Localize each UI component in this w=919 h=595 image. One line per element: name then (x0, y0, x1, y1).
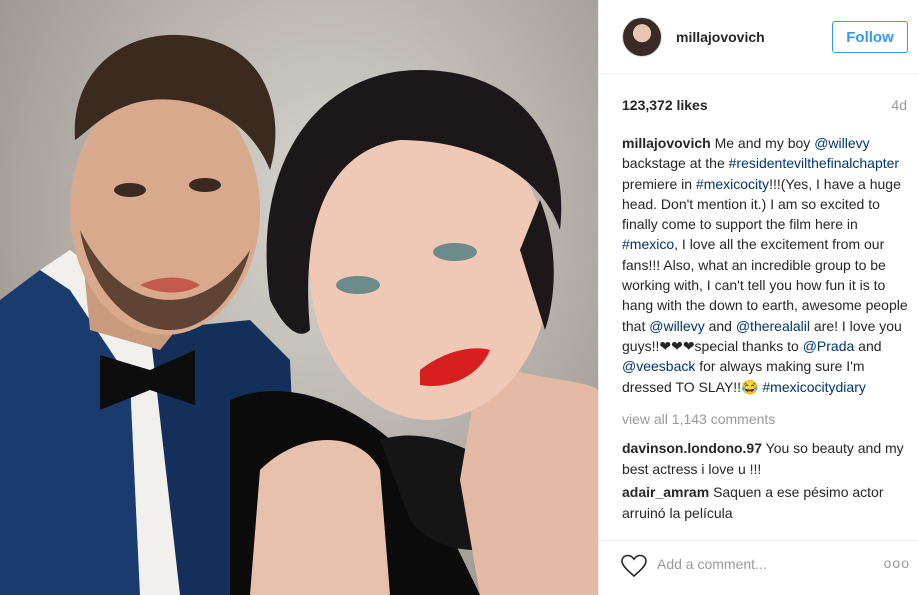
caption-segment: Me and my boy (714, 135, 815, 151)
woman-left-eye (336, 276, 380, 294)
man-face-shape (70, 85, 260, 335)
comment-input[interactable]: Add a comment... (657, 556, 767, 572)
caption-text: Me and my boy @willevy backstage at the … (622, 135, 908, 395)
caption-segment: backstage at the (622, 155, 729, 172)
caption-link[interactable]: #mexicocitydiary (762, 379, 865, 395)
man-right-eye (189, 178, 221, 192)
caption-segment: premiere in (622, 175, 696, 192)
view-all-comments-link[interactable]: view all 1,143 comments (622, 411, 775, 427)
caption-link[interactable]: #mexico (622, 236, 674, 252)
avatar[interactable] (622, 17, 662, 57)
woman-arm-shape (250, 440, 390, 595)
caption-segment: and (854, 337, 882, 354)
caption-segment: and (704, 317, 736, 334)
username[interactable]: millajovovich (676, 29, 765, 45)
post-age: 4d (891, 97, 907, 113)
woman-right-eye (433, 243, 477, 261)
post-photo[interactable] (0, 0, 598, 595)
caption-link[interactable]: @Prada (803, 338, 855, 354)
post-photo-illustration (0, 34, 598, 595)
caption-link[interactable]: @willevy (649, 318, 704, 334)
follow-button[interactable]: Follow (832, 21, 908, 53)
caption-link[interactable]: #mexicocity (696, 176, 769, 192)
post-footer: Add a comment... ooo (599, 540, 919, 595)
heart-icon[interactable] (621, 554, 647, 578)
likes-count[interactable]: 123,372 likes (622, 97, 708, 113)
post-header: millajovovich Follow (599, 0, 919, 74)
more-options-icon[interactable]: ooo (884, 555, 910, 571)
comment-author[interactable]: davinson.londono.97 (622, 440, 762, 456)
instagram-post: millajovovich Follow 123,372 likes 4d mi… (0, 0, 919, 595)
post-details-panel: millajovovich Follow 123,372 likes 4d mi… (598, 0, 919, 595)
comment-author[interactable]: adair_amram (622, 484, 709, 500)
caption-link[interactable]: #residentevilthefinalchapter (729, 155, 899, 171)
man-left-eye (114, 183, 146, 197)
comment-item: adair_amram Saquen a ese pésimo actor ar… (622, 482, 912, 524)
caption-author[interactable]: millajovovich (622, 135, 711, 151)
caption-link[interactable]: @veesback (622, 358, 695, 374)
comment-item: davinson.londono.97 You so beauty and my… (622, 438, 912, 480)
caption-link[interactable]: @willevy (814, 135, 869, 151)
caption: millajovovich Me and my boy @willevy bac… (622, 133, 912, 397)
caption-link[interactable]: @therealalil (736, 318, 810, 334)
